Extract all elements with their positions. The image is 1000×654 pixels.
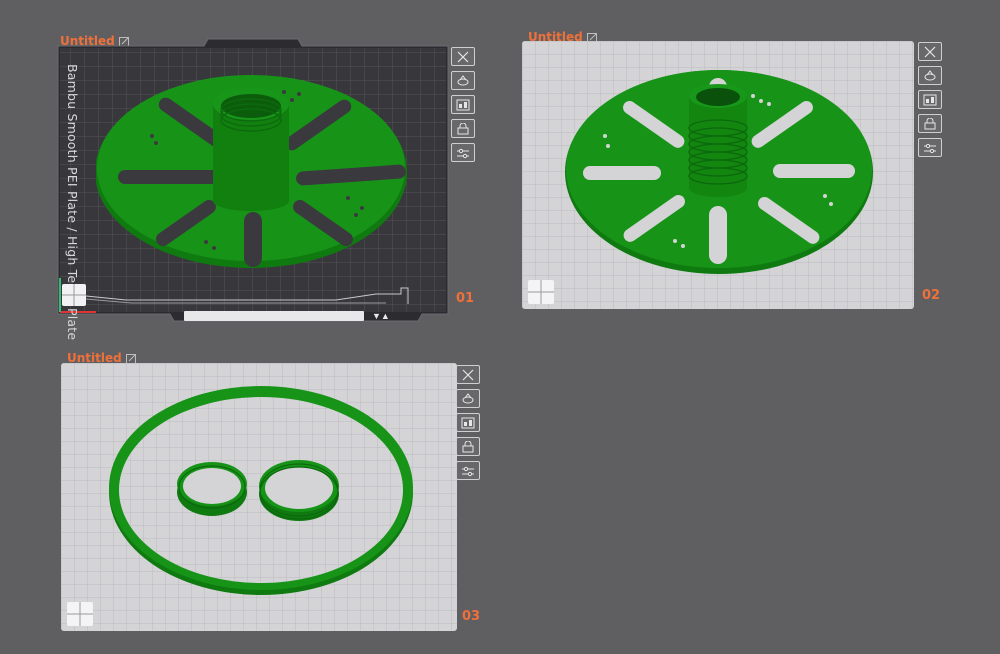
plate-type-label: Bambu Smooth PEI Plate / High Temp Plate [65, 64, 80, 341]
plate-logo-icon [62, 284, 86, 306]
plate-logo-icon [528, 280, 554, 304]
lock-icon[interactable] [451, 119, 475, 138]
part-collar-left-03[interactable] [174, 458, 250, 518]
arrange-icon[interactable] [451, 95, 475, 114]
plate-logo-icon [67, 602, 93, 626]
orient-icon[interactable] [456, 389, 480, 408]
orient-icon[interactable] [451, 71, 475, 90]
close-icon[interactable] [456, 365, 480, 384]
plate-status-icons: ▼▲ [372, 311, 390, 321]
part-collar-right-03[interactable] [256, 454, 342, 524]
settings-icon[interactable] [456, 461, 480, 480]
arrange-icon[interactable] [456, 413, 480, 432]
part-spool-flange-02[interactable] [563, 66, 875, 276]
orient-icon[interactable] [918, 66, 942, 85]
lock-icon[interactable] [456, 437, 480, 456]
lock-icon[interactable] [918, 114, 942, 133]
close-icon[interactable] [918, 42, 942, 61]
plate-toolbar-02 [918, 42, 942, 157]
arrange-icon[interactable] [918, 90, 942, 109]
edit-icon[interactable] [125, 353, 137, 364]
plate-number-03: 03 [462, 609, 481, 624]
settings-icon[interactable] [918, 138, 942, 157]
part-spool-flange-01[interactable] [96, 70, 414, 270]
plate-number-01: 01 [456, 291, 475, 306]
plate-toolbar-01 [451, 47, 475, 162]
close-icon[interactable] [451, 47, 475, 66]
plate-toolbar-03 [456, 365, 480, 480]
plate-status-strip [184, 311, 364, 321]
settings-icon[interactable] [451, 143, 475, 162]
plate-number-02: 02 [922, 288, 941, 303]
